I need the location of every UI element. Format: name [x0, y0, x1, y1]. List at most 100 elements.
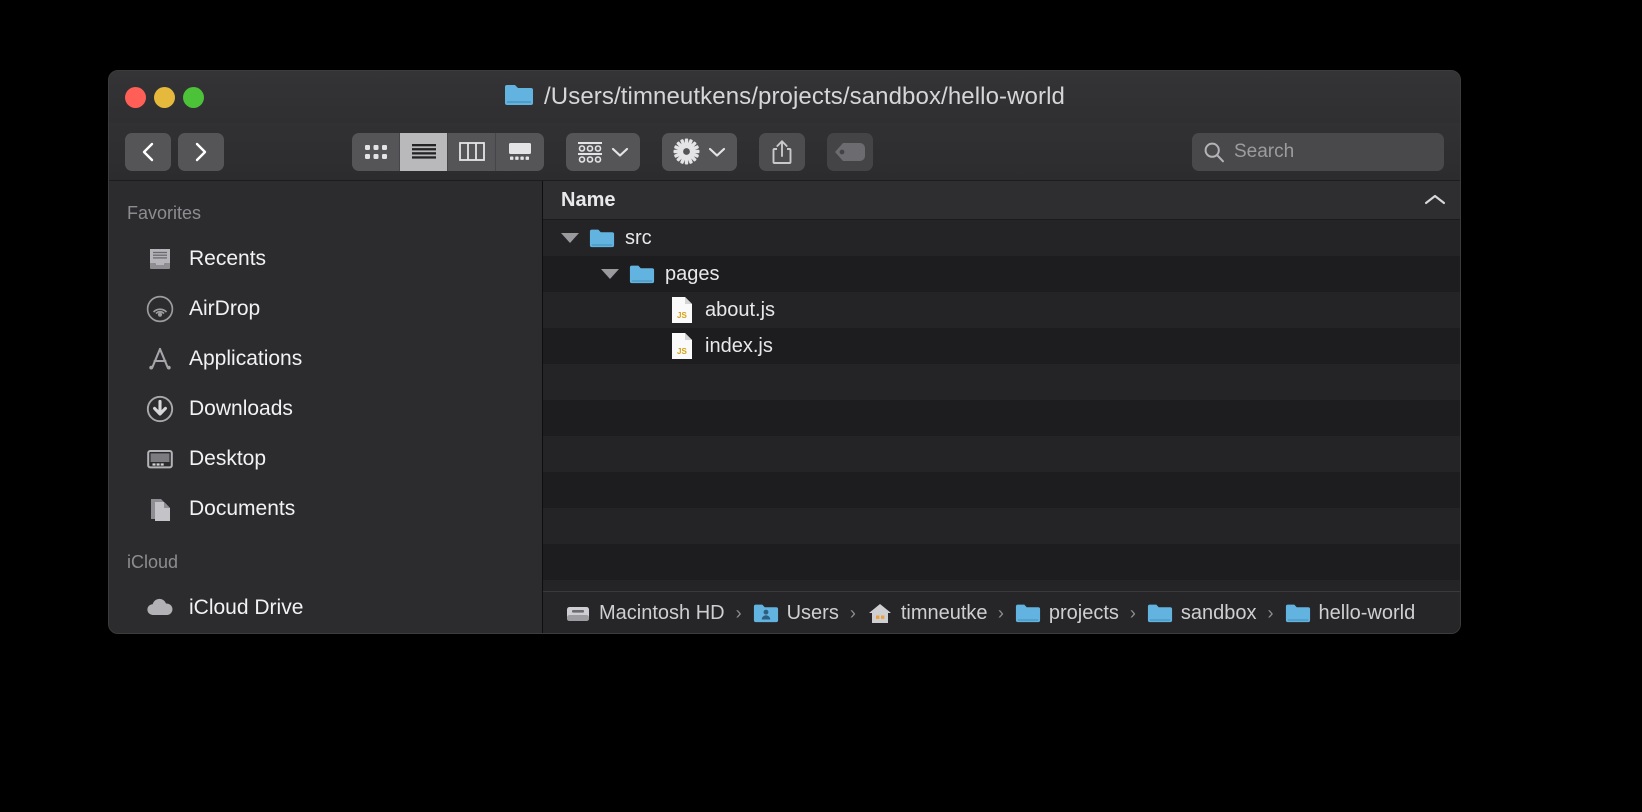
- breadcrumb-label: Users: [786, 602, 839, 624]
- harddisk-icon: [565, 603, 591, 625]
- disclosure-triangle-icon[interactable]: [601, 269, 619, 279]
- breadcrumb-macintosh-hd[interactable]: Macintosh HD: [565, 602, 725, 625]
- table-row[interactable]: pages: [543, 256, 1460, 292]
- list-view-button[interactable]: [400, 132, 448, 171]
- js-file-icon: JS: [669, 333, 695, 359]
- file-rows: src pages JS about.js JS index.js: [543, 220, 1460, 591]
- desktop-background: /Users/timneutkens/projects/sandbox/hell…: [0, 0, 1642, 812]
- share-icon: [772, 139, 792, 164]
- svg-text:JS: JS: [677, 347, 687, 356]
- window-title-group: /Users/timneutkens/projects/sandbox/hell…: [109, 71, 1460, 123]
- sidebar-item-applications[interactable]: Applications: [109, 334, 542, 384]
- file-name: index.js: [705, 334, 773, 357]
- gear-icon: [673, 138, 700, 165]
- navigation-buttons: [125, 132, 224, 171]
- tag-icon: [835, 142, 865, 161]
- table-row[interactable]: JS index.js: [543, 328, 1460, 364]
- column-view-button[interactable]: [448, 132, 496, 171]
- file-list-pane: Name src pages JS about.js JS index.js M…: [543, 181, 1460, 633]
- action-menu-button[interactable]: [662, 132, 737, 171]
- list-icon: [411, 143, 436, 159]
- sidebar: Favorites Recents AirDrop Applications D…: [109, 181, 543, 633]
- sidebar-item-desktop[interactable]: Desktop: [109, 434, 542, 484]
- share-button[interactable]: [759, 132, 805, 171]
- group-by-button[interactable]: [566, 132, 640, 171]
- back-button[interactable]: [125, 132, 171, 171]
- file-name: src: [625, 226, 652, 249]
- toolbar: Search: [109, 123, 1460, 181]
- breadcrumb-separator-icon: ›: [1129, 603, 1136, 623]
- window-body: Favorites Recents AirDrop Applications D…: [109, 181, 1460, 633]
- sidebar-item-recents[interactable]: Recents: [109, 234, 542, 284]
- breadcrumb-label: timneutkens: [900, 602, 987, 624]
- search-field[interactable]: Search: [1192, 132, 1444, 171]
- view-mode-segmented-control: [352, 132, 544, 171]
- sidebar-item-label: Applications: [189, 347, 303, 370]
- disclosure-triangle-icon[interactable]: [561, 233, 579, 243]
- column-header-row: Name: [543, 181, 1460, 220]
- columns-icon: [458, 142, 485, 161]
- empty-row: [543, 472, 1460, 508]
- window-controls: [125, 87, 204, 108]
- minimize-button[interactable]: [154, 87, 175, 108]
- table-row[interactable]: src: [543, 220, 1460, 256]
- sidebar-item-label: AirDrop: [189, 297, 261, 320]
- finder-window: /Users/timneutkens/projects/sandbox/hell…: [108, 70, 1461, 634]
- downloads-icon: [145, 394, 175, 424]
- sidebar-section-favorites-title: Favorites: [127, 203, 202, 223]
- forward-button[interactable]: [178, 132, 224, 171]
- group-by-icon: [578, 141, 602, 163]
- folder-icon: [629, 261, 655, 287]
- chevron-down-icon: [611, 147, 629, 157]
- breadcrumb-users[interactable]: Users: [753, 602, 839, 625]
- icon-view-button[interactable]: [352, 132, 400, 171]
- breadcrumb-label: Macintosh HD: [599, 602, 725, 624]
- search-input[interactable]: Search: [1234, 141, 1294, 163]
- folder-icon: [504, 83, 534, 112]
- file-name: about.js: [705, 298, 776, 321]
- grid-icon: [364, 144, 387, 159]
- breadcrumb-hello-world[interactable]: hello-world: [1285, 602, 1416, 625]
- sidebar-item-documents[interactable]: Documents: [109, 484, 542, 534]
- breadcrumb-separator-icon: ›: [1267, 603, 1274, 623]
- chevron-up-icon[interactable]: [1424, 189, 1446, 212]
- sidebar-item-airdrop[interactable]: AirDrop: [109, 284, 542, 334]
- breadcrumb-timneutkens[interactable]: timneutkens: [867, 602, 987, 625]
- gallery-view-button[interactable]: [496, 133, 544, 171]
- table-row[interactable]: JS about.js: [543, 292, 1460, 328]
- breadcrumb-projects[interactable]: projects: [1015, 602, 1119, 625]
- sidebar-item-label: iCloud Drive: [189, 596, 304, 619]
- applications-icon: [145, 344, 175, 374]
- sidebar-item-icloud-drive[interactable]: iCloud Drive: [109, 583, 542, 633]
- empty-row: [543, 580, 1460, 591]
- empty-row: [543, 400, 1460, 436]
- sidebar-item-label: Recents: [189, 247, 267, 270]
- empty-row: [543, 544, 1460, 580]
- breadcrumb-label: projects: [1048, 602, 1119, 624]
- empty-row: [543, 364, 1460, 400]
- file-name: pages: [665, 262, 720, 285]
- tags-button[interactable]: [827, 132, 873, 171]
- breadcrumb-label: hello-world: [1318, 602, 1416, 624]
- breadcrumb-sandbox[interactable]: sandbox: [1147, 602, 1257, 625]
- desktop-icon: [145, 444, 175, 474]
- sidebar-item-label: Downloads: [189, 397, 293, 420]
- empty-row: [543, 436, 1460, 472]
- title-bar[interactable]: /Users/timneutkens/projects/sandbox/hell…: [109, 71, 1460, 123]
- chevron-left-icon: [142, 142, 154, 161]
- search-icon: [1204, 142, 1224, 162]
- breadcrumb-separator-icon: ›: [997, 603, 1004, 623]
- sidebar-section-icloud-title: iCloud: [127, 552, 179, 572]
- column-header-name[interactable]: Name: [561, 189, 615, 212]
- recents-icon: [145, 244, 175, 274]
- sidebar-item-downloads[interactable]: Downloads: [109, 384, 542, 434]
- breadcrumb-separator-icon: ›: [849, 603, 856, 623]
- js-file-icon: JS: [669, 297, 695, 323]
- folder-icon: [1285, 603, 1311, 625]
- sidebar-item-label: Documents: [189, 497, 296, 520]
- close-button[interactable]: [125, 87, 146, 108]
- users-folder-icon: [753, 603, 779, 625]
- empty-row: [543, 508, 1460, 544]
- zoom-button[interactable]: [183, 87, 204, 108]
- chevron-down-icon: [708, 147, 726, 157]
